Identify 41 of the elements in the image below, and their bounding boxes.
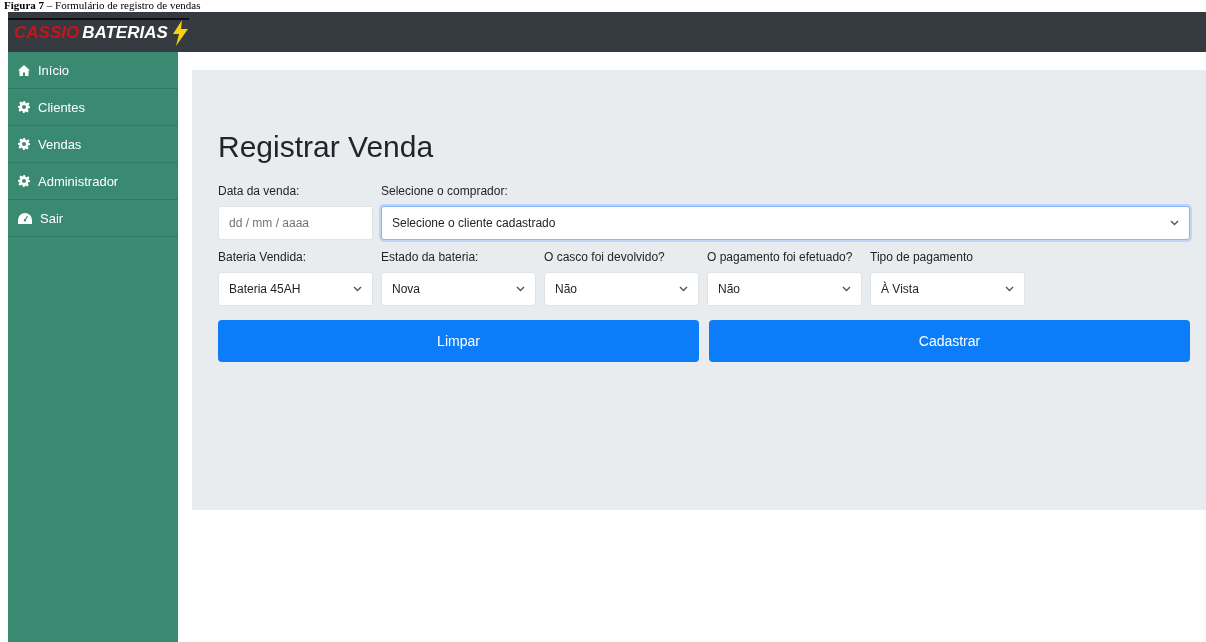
chevron-down-icon	[353, 286, 362, 292]
logo: CASSIO BATERIAS	[8, 18, 189, 46]
select-field[interactable]: Selecione o cliente cadastrado	[381, 206, 1190, 240]
page-title: Registrar Venda	[218, 130, 435, 164]
sidebar-item[interactable]: Início	[8, 52, 178, 89]
select-field[interactable]: Nova	[381, 272, 536, 306]
sidebar-item[interactable]: Administrador	[8, 163, 178, 200]
field-label: O pagamento foi efetuado?	[707, 250, 854, 264]
select-field[interactable]: Bateria 45AH	[218, 272, 373, 306]
figure-caption: Figura 7 – Formulário de registro de vendas	[3, 0, 202, 12]
sidebar-item-label: Vendas	[38, 136, 82, 152]
gear-icon	[18, 175, 30, 187]
gear-icon	[18, 101, 30, 113]
select-field[interactable]: Não	[707, 272, 862, 306]
chevron-down-icon	[1170, 220, 1179, 226]
field-label: Data da venda:	[218, 184, 301, 198]
date-field[interactable]: dd / mm / aaaa	[218, 206, 373, 240]
chevron-down-icon	[516, 286, 525, 292]
gauge-icon	[18, 212, 32, 224]
sidebar-item[interactable]: Clientes	[8, 89, 178, 126]
lightning-icon	[170, 20, 189, 46]
field-label: Bateria Vendida:	[218, 250, 308, 264]
select-field[interactable]: À Vista	[870, 272, 1025, 306]
submit-button[interactable]: Cadastrar	[709, 320, 1190, 362]
sidebar-item-label: Sair	[40, 210, 64, 226]
chevron-down-icon	[1005, 286, 1014, 292]
gear-icon	[18, 138, 30, 150]
sidebar-item-label: Clientes	[38, 99, 85, 115]
sidebar-item[interactable]: Vendas	[8, 126, 178, 163]
field-label: O casco foi devolvido?	[544, 250, 666, 264]
chevron-down-icon	[679, 286, 688, 292]
sidebar-item-label: Início	[38, 62, 70, 78]
clear-button[interactable]: Limpar	[218, 320, 699, 362]
select-field[interactable]: Não	[544, 272, 699, 306]
field-label: Selecione o comprador:	[381, 184, 509, 198]
sidebar-item-label: Administrador	[38, 173, 119, 189]
field-label: Tipo de pagamento	[870, 250, 974, 264]
home-icon	[18, 64, 30, 76]
sidebar-item[interactable]: Sair	[8, 200, 178, 237]
chevron-down-icon	[842, 286, 851, 292]
field-label: Estado da bateria:	[381, 250, 480, 264]
